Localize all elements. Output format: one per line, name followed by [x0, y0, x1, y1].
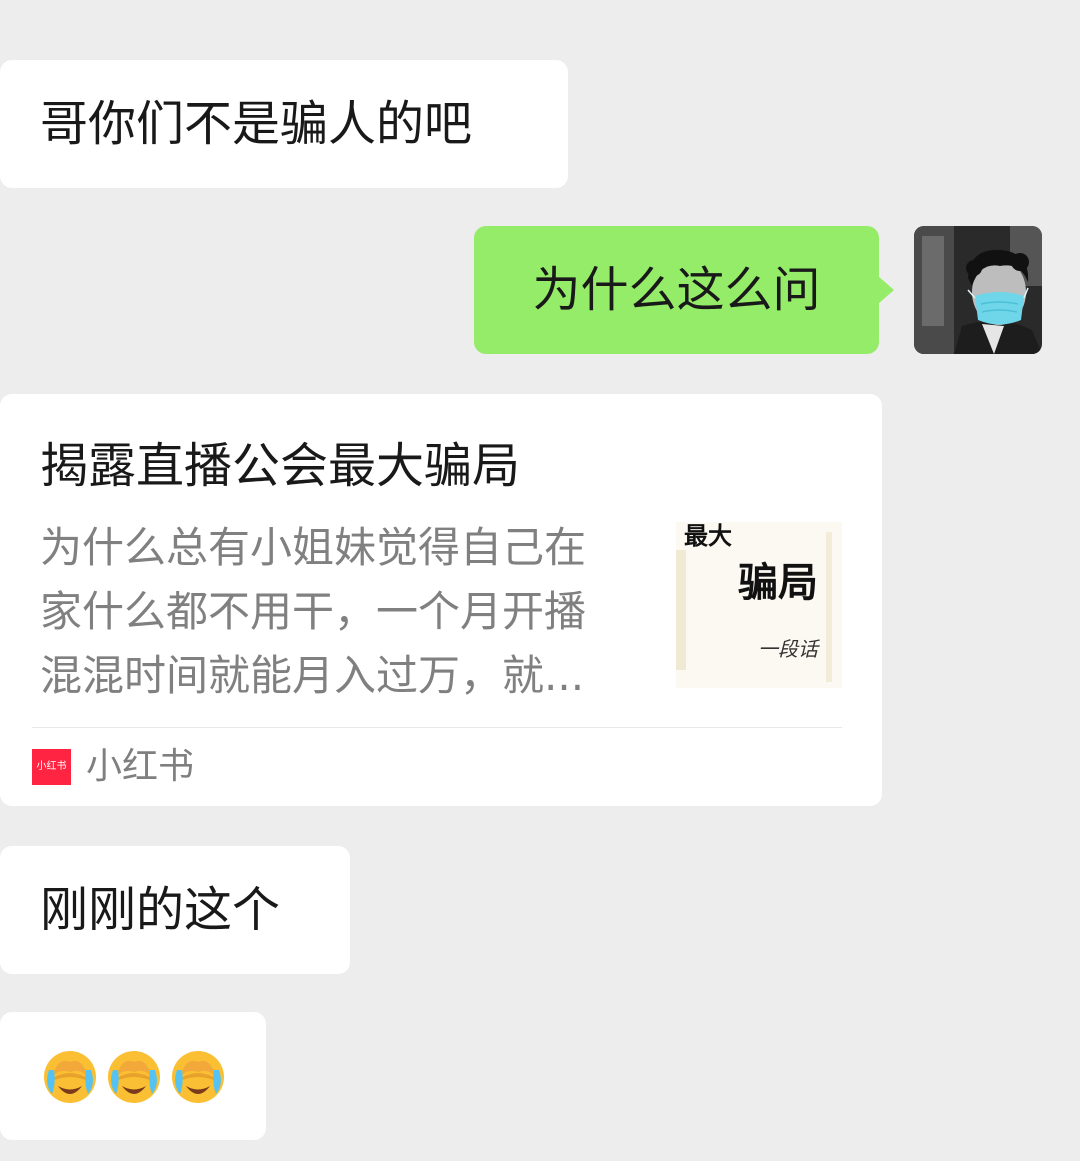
message-text: 刚刚的这个 — [40, 882, 281, 938]
avatar[interactable] — [914, 226, 1042, 354]
message-text: 哥你们不是骗人的吧 — [40, 96, 473, 152]
emoji-row — [40, 1046, 228, 1106]
crying-face-with-hand-icon — [44, 1051, 96, 1103]
thumbnail-signature: 一段话 — [758, 637, 820, 661]
card-source-name: 小红书 — [86, 746, 195, 787]
outgoing-message-bubble[interactable]: 为什么这么问 — [474, 226, 879, 354]
incoming-emoji-bubble[interactable] — [0, 1012, 266, 1140]
xiaohongshu-icon: 小红书 — [32, 749, 71, 785]
crying-face-with-hand-icon — [108, 1051, 160, 1103]
incoming-message-bubble[interactable]: 刚刚的这个 — [0, 846, 350, 974]
thumbnail-title-line2: 骗局 — [738, 560, 818, 606]
avatar-image — [914, 226, 1042, 354]
card-thumbnail: 最大 骗局 一段话 — [676, 522, 842, 688]
crying-face-with-hand-icon — [172, 1051, 224, 1103]
thumbnail-title-line1: 最大 — [684, 522, 732, 550]
message-text: 为什么这么问 — [532, 262, 821, 318]
incoming-message-bubble[interactable]: 哥你们不是骗人的吧 — [0, 60, 568, 188]
card-divider — [32, 727, 842, 728]
card-description: 为什么总有小姐妹觉得自己在 家什么都不用干，一个月开播 混混时间就能月入过万，就… — [40, 523, 587, 700]
card-title: 揭露直播公会最大骗局 — [40, 438, 521, 494]
